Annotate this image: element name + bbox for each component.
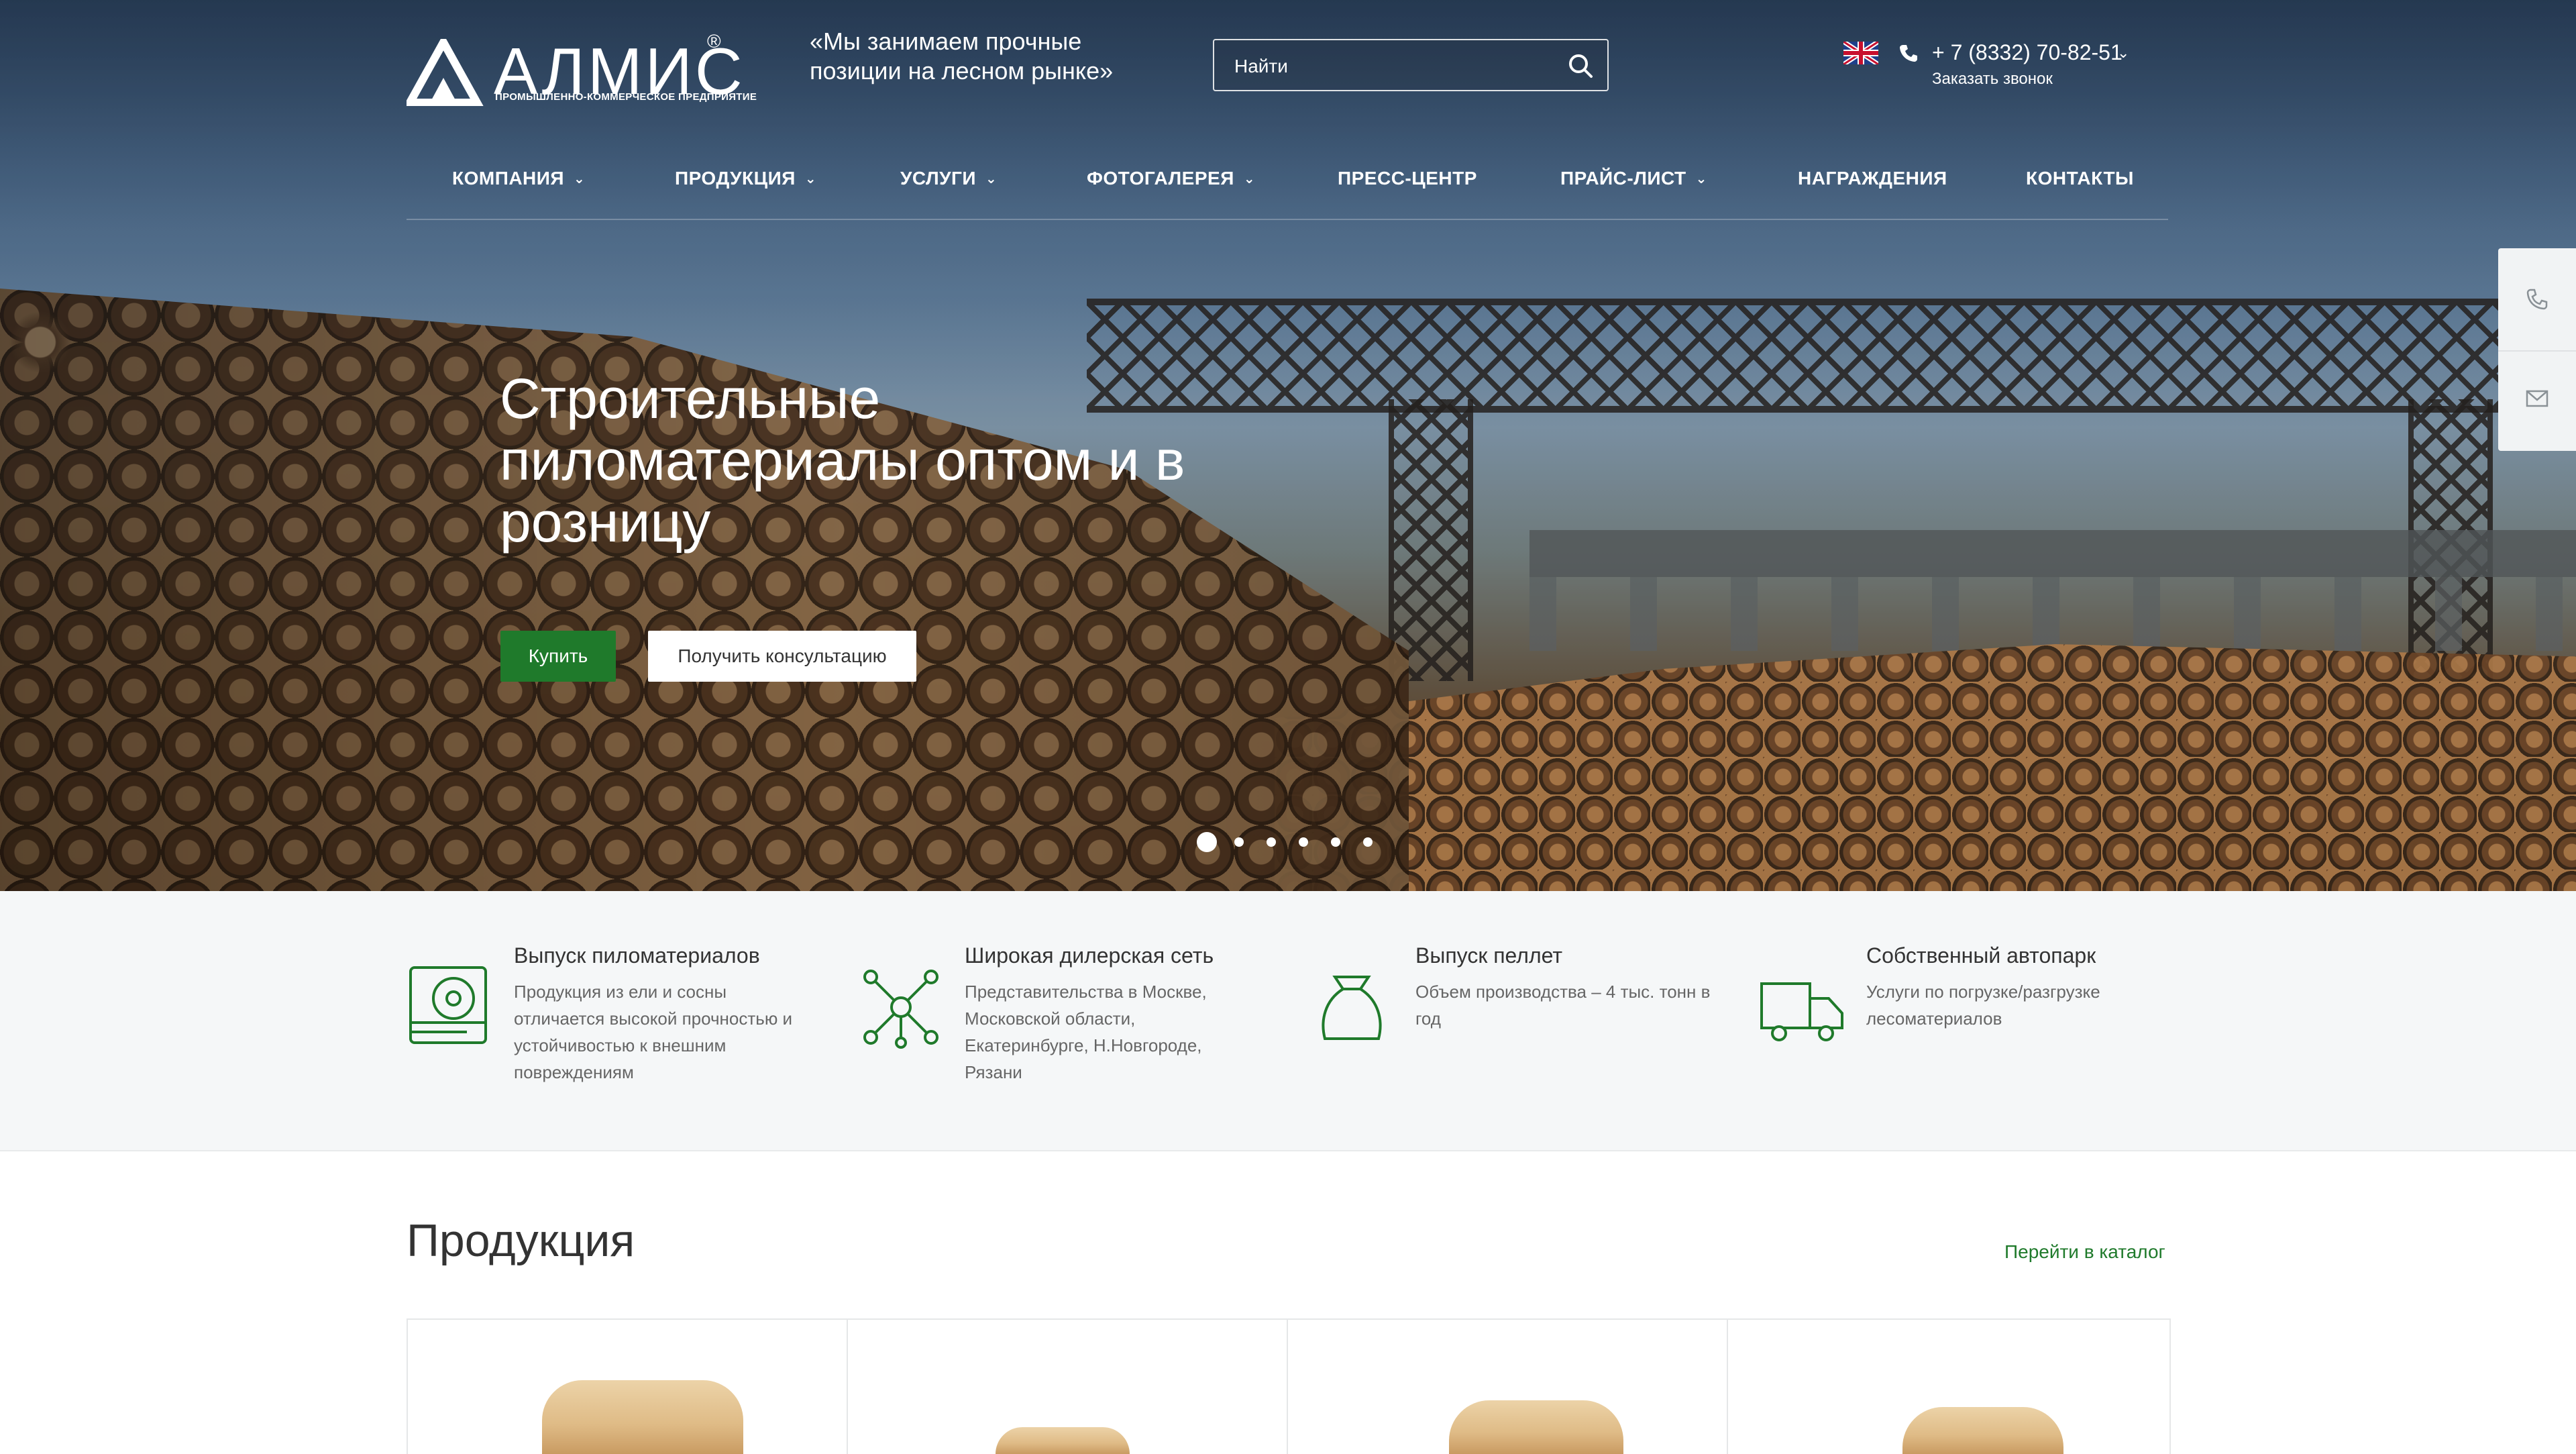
chevron-down-icon: ⌄ <box>1243 172 1256 187</box>
nav-label: ПРАЙС-ЛИСТ <box>1560 168 1686 189</box>
chevron-down-icon[interactable]: ⌄ <box>2117 44 2129 62</box>
hero-banner: АЛМИС ® ПРОМЫШЛЕННО-КОММЕРЧЕСКОЕ ПРЕДПРИ… <box>0 0 2576 891</box>
sack-icon <box>1322 976 1382 1040</box>
chevron-down-icon: ⌄ <box>804 172 817 187</box>
product-card[interactable] <box>408 1320 848 1454</box>
search-box[interactable] <box>1213 39 1609 91</box>
side-contact-panel <box>2498 248 2576 451</box>
feature-title: Широкая дилерская сеть <box>965 943 1214 968</box>
products-title: Продукция <box>407 1215 635 1266</box>
product-image <box>542 1380 743 1454</box>
product-card[interactable] <box>1288 1320 1728 1454</box>
hero-overlay <box>0 0 2576 891</box>
side-mail-button[interactable] <box>2498 350 2576 452</box>
nav-item-press[interactable]: ПРЕСС-ЦЕНТР <box>1338 168 1477 189</box>
logo-mark-icon <box>407 39 484 106</box>
phone-icon <box>2526 289 2548 310</box>
feature-title: Собственный автопарк <box>1866 943 2096 968</box>
buy-button[interactable]: Купить <box>500 631 616 682</box>
main-nav: КОМПАНИЯ ⌄ ПРОДУКЦИЯ ⌄ УСЛУГИ ⌄ ФОТОГАЛЕРЕЯ… <box>407 154 2168 220</box>
catalog-link[interactable]: Перейти в каталог <box>2004 1241 2165 1263</box>
nav-item-gallery[interactable]: ФОТОГАЛЕРЕЯ ⌄ <box>1087 168 1255 189</box>
nav-label: НАГРАЖДЕНИЯ <box>1798 168 1947 189</box>
slider-dot[interactable] <box>1197 832 1217 852</box>
search-icon[interactable] <box>1567 52 1594 79</box>
network-icon <box>863 970 938 1049</box>
logo-subtitle: ПРОМЫШЛЕННО-КОММЕРЧЕСКОЕ ПРЕДПРИЯТИЕ <box>495 91 757 103</box>
slider-dot[interactable] <box>1234 837 1244 847</box>
product-image <box>1449 1400 1623 1454</box>
nav-label: ПРОДУКЦИЯ <box>675 168 796 189</box>
hero-title: Строительные пиломатериалы оптом и в роз… <box>500 367 1185 554</box>
feature-title: Выпуск пеллет <box>1415 943 1562 968</box>
product-image <box>996 1427 1130 1454</box>
nav-item-price[interactable]: ПРАЙС-ЛИСТ ⌄ <box>1560 168 1707 189</box>
mail-icon <box>2526 390 2548 407</box>
phone-number[interactable]: + 7 (8332) 70-82-51 <box>1932 40 2123 65</box>
nav-item-awards[interactable]: НАГРАЖДЕНИЯ <box>1798 168 1947 189</box>
feature-desc: Объем производства – 4 тыс. тонн в год <box>1415 982 1711 1029</box>
nav-label: ПРЕСС-ЦЕНТР <box>1338 168 1477 189</box>
phone-icon <box>1900 45 1917 62</box>
nav-label: КОНТАКТЫ <box>2026 168 2134 189</box>
logo-registered-mark: ® <box>707 31 721 52</box>
sawmill-icon <box>409 966 487 1044</box>
chevron-down-icon: ⌄ <box>985 172 998 187</box>
product-image <box>1902 1407 2063 1454</box>
slider-dot[interactable] <box>1331 837 1340 847</box>
product-card[interactable] <box>1728 1320 2168 1454</box>
slider-dot[interactable] <box>1363 837 1373 847</box>
nav-label: УСЛУГИ <box>900 168 977 189</box>
chevron-down-icon: ⌄ <box>1695 172 1707 187</box>
site-logo[interactable]: АЛМИС ® ПРОМЫШЛЕННО-КОММЕРЧЕСКОЕ ПРЕДПРИ… <box>407 30 757 110</box>
nav-label: КОМПАНИЯ <box>452 168 565 189</box>
nav-item-company[interactable]: КОМПАНИЯ ⌄ <box>452 168 585 189</box>
truck-icon <box>1760 982 1843 1041</box>
feature-desc: Услуги по погрузке/разгрузке лесоматериа… <box>1866 982 2100 1029</box>
nav-item-products[interactable]: ПРОДУКЦИЯ ⌄ <box>675 168 816 189</box>
product-cards <box>407 1318 2171 1454</box>
slider-dot[interactable] <box>1299 837 1308 847</box>
feature-desc: Представительства в Москве, Московской о… <box>965 982 1207 1082</box>
feature-title: Выпуск пиломатериалов <box>514 943 760 968</box>
uk-flag-icon[interactable] <box>1843 42 1878 64</box>
product-card[interactable] <box>848 1320 1288 1454</box>
feature-desc: Продукция из ели и сосны отличается высо… <box>514 982 793 1082</box>
header-slogan: «Мы занимаем прочные позиции на лесном р… <box>810 28 1114 85</box>
callback-link[interactable]: Заказать звонок <box>1932 70 2053 89</box>
nav-item-services[interactable]: УСЛУГИ ⌄ <box>900 168 997 189</box>
side-call-button[interactable] <box>2498 248 2576 349</box>
slider-dot[interactable] <box>1267 837 1276 847</box>
nav-item-contacts[interactable]: КОНТАКТЫ <box>2026 168 2134 189</box>
consult-button[interactable]: Получить консультацию <box>648 631 916 682</box>
nav-label: ФОТОГАЛЕРЕЯ <box>1087 168 1234 189</box>
features-strip: Выпуск пиломатериалов Продукция из ели и… <box>0 891 2576 1151</box>
chevron-down-icon: ⌄ <box>574 172 586 187</box>
search-input[interactable] <box>1233 52 1544 81</box>
